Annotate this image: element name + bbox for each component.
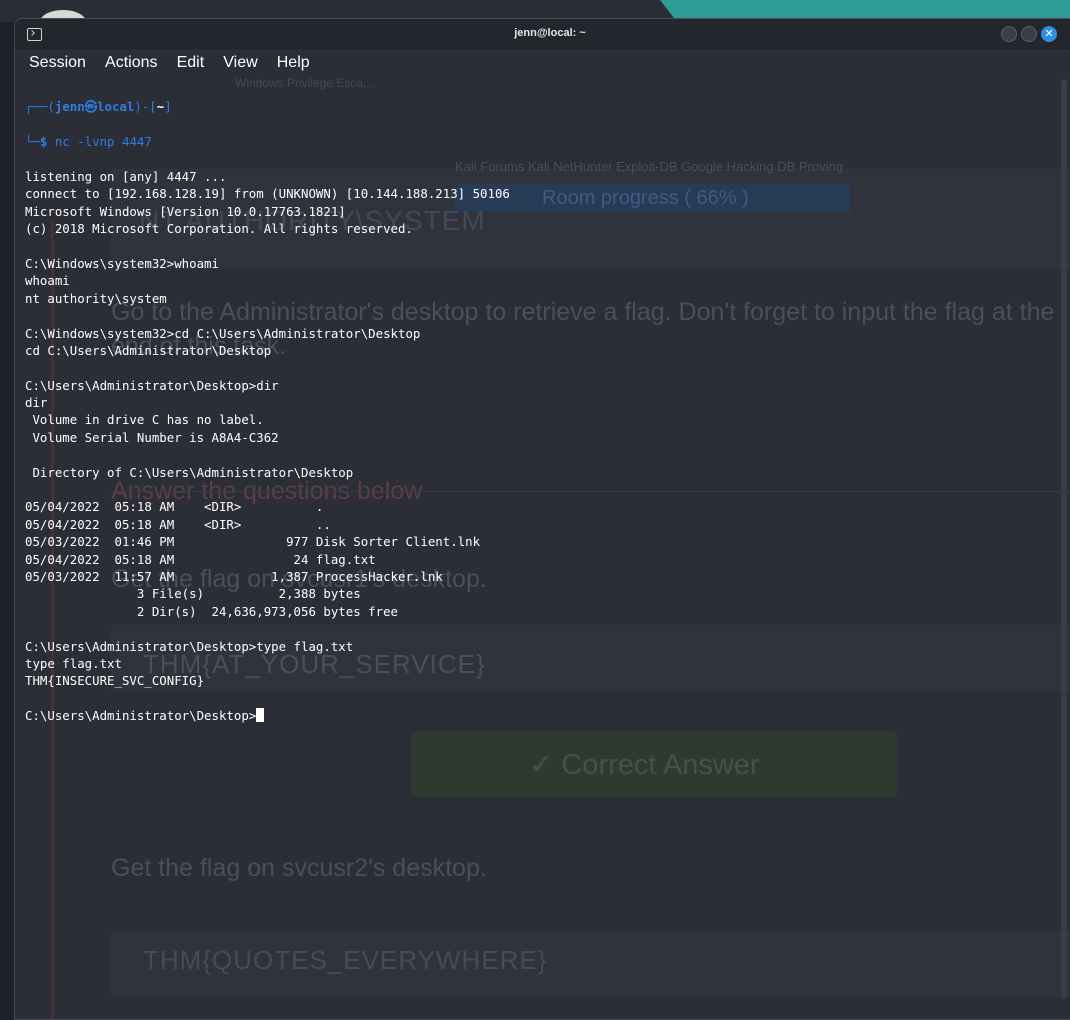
close-button[interactable]: ✕: [1041, 26, 1057, 42]
terminal-window: Windows Privilege Esca... Kali Forums Ka…: [14, 18, 1070, 1020]
prompt-user: jenn: [54, 99, 85, 115]
bg-answer-box-2: [111, 931, 1070, 997]
desktop-accent: [660, 0, 1070, 18]
output-line: type flag.txt: [25, 655, 122, 671]
prompt-line-1: ┌──(jenn㉿local)-[~]: [25, 99, 172, 115]
output-line: whoami: [25, 273, 70, 289]
menu-edit[interactable]: Edit: [177, 54, 205, 72]
output-line: cd C:\Users\Administrator\Desktop: [25, 342, 272, 358]
bg-room-progress-label: Room progress ( 66% ): [542, 187, 749, 209]
output-line: Volume Serial Number is A8A4-C362: [25, 429, 279, 445]
output-line: 05/03/2022 11:57 AM 1,387 ProcessHacker.…: [25, 568, 443, 584]
title-bar[interactable]: jenn@local: ~ ✕: [15, 19, 1070, 49]
bg-correct-answer-label: ✓ Correct Answer: [529, 749, 760, 781]
scrollbar[interactable]: [1061, 79, 1067, 999]
menu-bar: Session Actions Edit View Help: [15, 49, 1070, 77]
maximize-button[interactable]: [1021, 26, 1037, 42]
prompt-command: nc -lvnp 4447: [54, 134, 152, 150]
menu-session[interactable]: Session: [29, 54, 86, 72]
output-line: 2 Dir(s) 24,636,973,056 bytes free: [25, 603, 398, 619]
output-line: C:\Users\Administrator\Desktop>type flag…: [25, 638, 354, 654]
window-title: jenn@local: ~: [514, 27, 586, 39]
output-line: Microsoft Windows [Version 10.0.17763.18…: [25, 203, 346, 219]
output-line: 05/04/2022 05:18 AM <DIR> ..: [25, 516, 331, 532]
output-line: C:\Windows\system32>whoami: [25, 255, 219, 271]
prompt-at: ㉿: [84, 99, 98, 115]
bg-answer-2: THM{QUOTES_EVERYWHERE}: [143, 945, 548, 975]
output-line: 05/03/2022 01:46 PM 977 Disk Sorter Clie…: [25, 534, 481, 550]
output-line: listening on [any] 4447 ...: [25, 169, 227, 184]
output-line: (c) 2018 Microsoft Corporation. All righ…: [25, 221, 413, 237]
text-cursor: [256, 708, 265, 723]
command-output: listening on [any] 4447 ... connect to [1…: [25, 168, 510, 690]
prompt-line-2: └─$ nc -lvnp 4447: [25, 134, 152, 150]
minimize-button[interactable]: [1001, 26, 1017, 42]
output-line: dir: [25, 395, 48, 411]
terminal-output[interactable]: ┌──(jenn㉿local)-[~] └─$ nc -lvnp 4447 li…: [25, 81, 510, 759]
prompt-host: local: [97, 99, 135, 115]
output-line: Volume in drive C has no label.: [25, 412, 264, 428]
final-prompt-line: C:\Users\Administrator\Desktop>: [25, 707, 510, 724]
output-line: nt authority\system: [25, 290, 167, 306]
menu-view[interactable]: View: [223, 54, 257, 72]
output-line: connect to [192.168.128.19] from (UNKNOW…: [25, 186, 510, 202]
output-line: C:\Windows\system32>cd C:\Users\Administ…: [25, 325, 421, 341]
menu-actions[interactable]: Actions: [105, 54, 157, 72]
bg-question-2: Get the flag on svcusr2's desktop.: [111, 854, 487, 882]
bg-bookmarks-bar: Kali Forums Kali NetHunter Exploit-DB Go…: [455, 159, 843, 174]
output-line: 3 File(s) 2,388 bytes: [25, 586, 361, 602]
output-line: THM{INSECURE_SVC_CONFIG}: [25, 673, 205, 689]
output-line: C:\Users\Administrator\Desktop>dir: [25, 377, 279, 393]
output-line: 05/04/2022 05:18 AM 24 flag.txt: [25, 551, 376, 567]
output-line: 05/04/2022 05:18 AM <DIR> .: [25, 499, 324, 515]
menu-help[interactable]: Help: [277, 54, 310, 72]
final-prompt: C:\Users\Administrator\Desktop>: [25, 708, 257, 724]
bg-room-progress-bar: [455, 184, 851, 212]
output-line: Directory of C:\Users\Administrator\Desk…: [25, 464, 354, 480]
